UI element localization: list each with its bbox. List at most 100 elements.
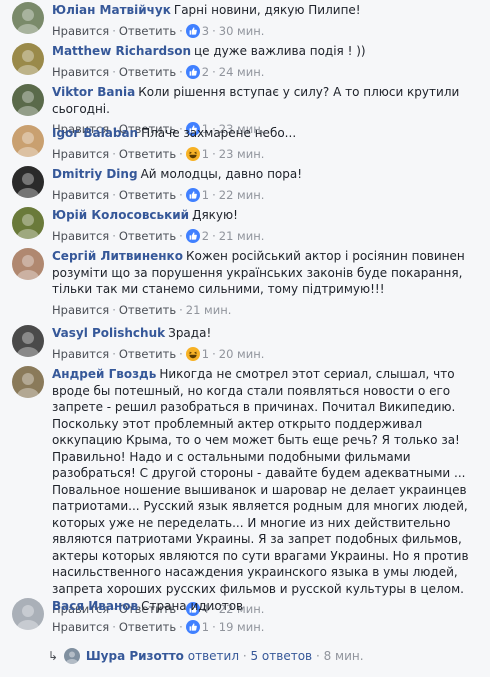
avatar[interactable] xyxy=(12,207,44,239)
comment-author-link[interactable]: Vasyl Polishchuk xyxy=(52,326,165,340)
comment-author-link[interactable]: Dmitriy Ding xyxy=(52,167,138,181)
comment-text: Страна идиотов xyxy=(141,599,244,613)
comment-timestamp[interactable]: 21 мин. xyxy=(219,229,265,243)
like-reaction-icon xyxy=(185,619,200,634)
comment-author-link[interactable]: Юліан Матвійчук xyxy=(52,3,171,17)
comment-text-block: Dmitriy Ding Ай молодцы, давно пора! xyxy=(52,166,480,183)
comment-text-block: Igor Balaban Плаче захмарене небо... xyxy=(52,125,480,142)
comment-timestamp[interactable]: 20 мин. xyxy=(219,347,265,361)
comment-text-block: Юрій Колосовський Дякую! xyxy=(52,207,480,224)
avatar[interactable] xyxy=(12,2,44,34)
reply-button[interactable]: Ответить xyxy=(119,620,176,634)
comment-timestamp[interactable]: 22 мин. xyxy=(219,188,265,202)
like-button[interactable]: Нравится xyxy=(52,147,109,161)
comment-body: Андрей Гвоздь Никогда не смотрел этот сер… xyxy=(52,366,480,617)
replies-timestamp: 8 мин. xyxy=(323,649,364,663)
comment-actions: Нравится · Ответить · 21 мин. xyxy=(52,302,480,318)
comment-actions: Нравится · Ответить · 2 · 21 мин. xyxy=(52,228,480,244)
reaction-count[interactable]: 1 xyxy=(185,346,209,361)
comment-text: Ай молодцы, давно пора! xyxy=(140,167,303,181)
separator-dot: · xyxy=(112,64,116,79)
comment-text-block: Вася Иванов Страна идиотов xyxy=(52,598,480,615)
like-button[interactable]: Нравится xyxy=(52,188,109,202)
avatar[interactable] xyxy=(12,248,44,280)
avatar[interactable] xyxy=(12,125,44,157)
separator-dot: · xyxy=(212,64,216,79)
comment-text-block: Сергій Литвиненко Кожен російський актор … xyxy=(52,248,480,298)
reaction-count[interactable]: 3 xyxy=(185,23,209,38)
comment-body: Юліан Матвійчук Гарні новини, дякую Пилип… xyxy=(52,2,480,39)
avatar[interactable] xyxy=(12,166,44,198)
comment-text-block: Андрей Гвоздь Никогда не смотрел этот сер… xyxy=(52,366,480,597)
comment-text-block: Юліан Матвійчук Гарні новини, дякую Пилип… xyxy=(52,2,480,19)
separator-dot: · xyxy=(179,187,183,202)
separator-dot: · xyxy=(179,146,183,161)
reply-button[interactable]: Ответить xyxy=(119,229,176,243)
comment-actions: Нравится · Ответить · 1 · 22 мин. xyxy=(52,187,480,203)
reply-button[interactable]: Ответить xyxy=(119,24,176,38)
reply-button[interactable]: Ответить xyxy=(119,347,176,361)
comment-text-block: Viktor Bania Коли рішення вступає у силу?… xyxy=(52,84,480,117)
like-reaction-icon xyxy=(185,23,200,38)
like-button[interactable]: Нравится xyxy=(52,65,109,79)
avatar[interactable] xyxy=(12,84,44,116)
separator-dot: · xyxy=(112,146,116,161)
comment-text: Никогда не смотрел этот сериал, слышал, … xyxy=(52,367,469,596)
reaction-count[interactable]: 2 xyxy=(185,64,209,79)
comment-timestamp[interactable]: 30 мин. xyxy=(219,24,265,38)
reaction-count[interactable]: 2 xyxy=(185,228,209,243)
comment-body: Igor Balaban Плаче захмарене небо... Нрав… xyxy=(52,125,480,162)
like-button[interactable]: Нравится xyxy=(52,229,109,243)
comment-author-link[interactable]: Юрій Колосовський xyxy=(52,208,189,222)
reaction-count[interactable]: 1 xyxy=(185,187,209,202)
reply-button[interactable]: Ответить xyxy=(119,303,176,317)
avatar[interactable] xyxy=(12,598,44,630)
separator-dot: · xyxy=(242,649,247,663)
replied-label[interactable]: ответил xyxy=(188,649,239,663)
comment-body: Юрій Колосовський Дякую! Нравится · Ответит… xyxy=(52,207,480,244)
separator-dot: · xyxy=(179,228,183,243)
separator-dot: · xyxy=(112,228,116,243)
separator-dot: · xyxy=(112,23,116,38)
comment-author-link[interactable]: Matthew Richardson xyxy=(52,44,191,58)
separator-dot: · xyxy=(112,187,116,202)
comment-timestamp[interactable]: 24 мин. xyxy=(219,65,265,79)
like-button[interactable]: Нравится xyxy=(52,24,109,38)
comment-author-link[interactable]: Viktor Bania xyxy=(52,85,135,99)
like-button[interactable]: Нравится xyxy=(52,620,109,634)
separator-dot: · xyxy=(179,302,183,317)
comment-author-link[interactable]: Вася Иванов xyxy=(52,599,138,613)
comment-text: Плаче захмарене небо... xyxy=(141,126,297,140)
reaction-count[interactable]: 1 xyxy=(185,619,209,634)
avatar[interactable] xyxy=(12,325,44,357)
separator-dot: · xyxy=(212,346,216,361)
separator-dot: · xyxy=(212,146,216,161)
comment-text-block: Matthew Richardson це дуже важлива подія … xyxy=(52,43,480,60)
reply-button[interactable]: Ответить xyxy=(119,188,176,202)
comment-author-link[interactable]: Igor Balaban xyxy=(52,126,138,140)
comment-author-link[interactable]: Андрей Гвоздь xyxy=(52,367,156,381)
comment-body: Vasyl Polishchuk Зрада! Нравится · Ответить… xyxy=(52,325,480,362)
comment-timestamp[interactable]: 19 мин. xyxy=(219,620,265,634)
like-button[interactable]: Нравится xyxy=(52,303,109,317)
reply-count[interactable]: 5 ответов xyxy=(250,649,312,663)
haha-reaction-icon xyxy=(185,146,200,161)
replier-name[interactable]: Шура Ризотто xyxy=(86,649,184,663)
comment-timestamp[interactable]: 21 мин. xyxy=(186,303,232,317)
like-button[interactable]: Нравится xyxy=(52,347,109,361)
comment-author-link[interactable]: Сергій Литвиненко xyxy=(52,249,183,263)
avatar[interactable] xyxy=(12,43,44,75)
separator-dot: · xyxy=(179,64,183,79)
comment-actions: Нравится · Ответить · 1 · 20 мин. xyxy=(52,346,480,362)
comment-body: Вася Иванов Страна идиотов Нравится · Ответ… xyxy=(52,598,480,635)
comment-body: Сергій Литвиненко Кожен російський актор … xyxy=(52,248,480,318)
replies-summary[interactable]: ↳ Шура Ризотто ответил · 5 ответов · 8 м… xyxy=(48,646,364,666)
comment-text: Гарні новини, дякую Пилипе! xyxy=(173,3,361,17)
reply-button[interactable]: Ответить xyxy=(119,147,176,161)
comment-text: Зрада! xyxy=(168,326,212,340)
avatar[interactable] xyxy=(12,366,44,398)
comment-timestamp[interactable]: 23 мин. xyxy=(219,147,265,161)
reaction-count[interactable]: 1 xyxy=(185,146,209,161)
reply-button[interactable]: Ответить xyxy=(119,65,176,79)
separator-dot: · xyxy=(212,228,216,243)
